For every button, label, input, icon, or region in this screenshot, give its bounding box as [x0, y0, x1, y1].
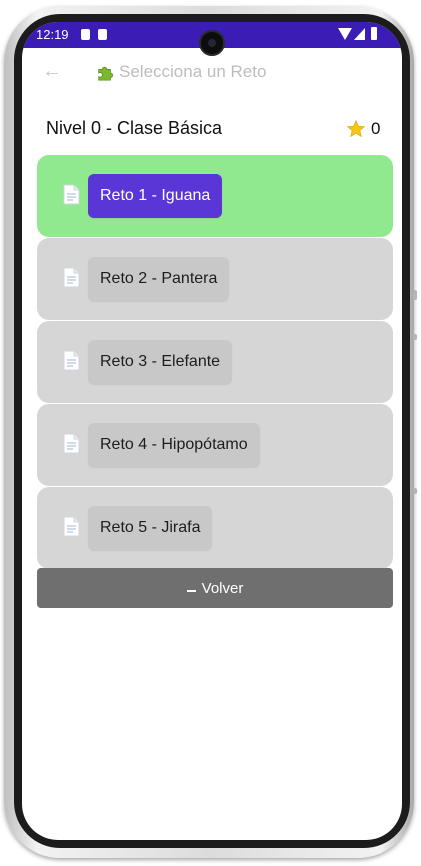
sd-card-icon: [98, 29, 107, 40]
star-icon: [346, 119, 366, 138]
document-icon: [63, 433, 80, 454]
document-icon: [63, 516, 80, 537]
challenge-button-5[interactable]: Reto 5 - Jirafa: [88, 506, 213, 550]
challenge-list: Reto 1 - Iguana Reto 2 - Pantera Reto 3 …: [37, 155, 393, 570]
puzzle-icon: [98, 66, 113, 81]
app-bar: ← Selecciona un Reto: [22, 48, 402, 98]
challenge-card-1[interactable]: Reto 1 - Iguana: [37, 155, 393, 237]
level-title: Nivel 0 - Clase Básica: [46, 118, 223, 138]
document-icon: [63, 184, 80, 205]
challenge-button-4[interactable]: Reto 4 - Hipopótamo: [88, 423, 260, 467]
back-button[interactable]: Volver: [37, 568, 393, 608]
document-icon: [63, 267, 80, 288]
status-time: 12:19: [36, 27, 69, 42]
document-icon: [63, 350, 80, 371]
notification-icon: [81, 29, 90, 40]
phone-side-button: [413, 488, 417, 494]
challenge-button-1[interactable]: Reto 1 - Iguana: [88, 174, 223, 218]
challenge-card-5[interactable]: Reto 5 - Jirafa: [37, 487, 393, 569]
phone-side-button: [413, 290, 417, 300]
app-title: Selecciona un Reto: [119, 62, 267, 81]
challenge-button-3[interactable]: Reto 3 - Elefante: [88, 340, 233, 384]
signal-icon: [354, 28, 365, 40]
phone-screen: 12:19 ← Selecciona un Reto Nivel 0 - Cla…: [22, 22, 402, 840]
phone-side-button: [413, 334, 417, 340]
back-button-label: Volver: [201, 579, 244, 597]
challenge-card-2[interactable]: Reto 2 - Pantera: [37, 238, 393, 320]
challenge-card-4[interactable]: Reto 4 - Hipopótamo: [37, 404, 393, 486]
wifi-icon: [338, 28, 352, 40]
star-count: 0: [371, 119, 381, 138]
challenge-button-2[interactable]: Reto 2 - Pantera: [88, 257, 230, 301]
back-button-icon: [186, 590, 196, 592]
back-arrow-icon[interactable]: ←: [42, 60, 62, 83]
challenge-card-3[interactable]: Reto 3 - Elefante: [37, 321, 393, 403]
battery-icon: [371, 27, 377, 40]
